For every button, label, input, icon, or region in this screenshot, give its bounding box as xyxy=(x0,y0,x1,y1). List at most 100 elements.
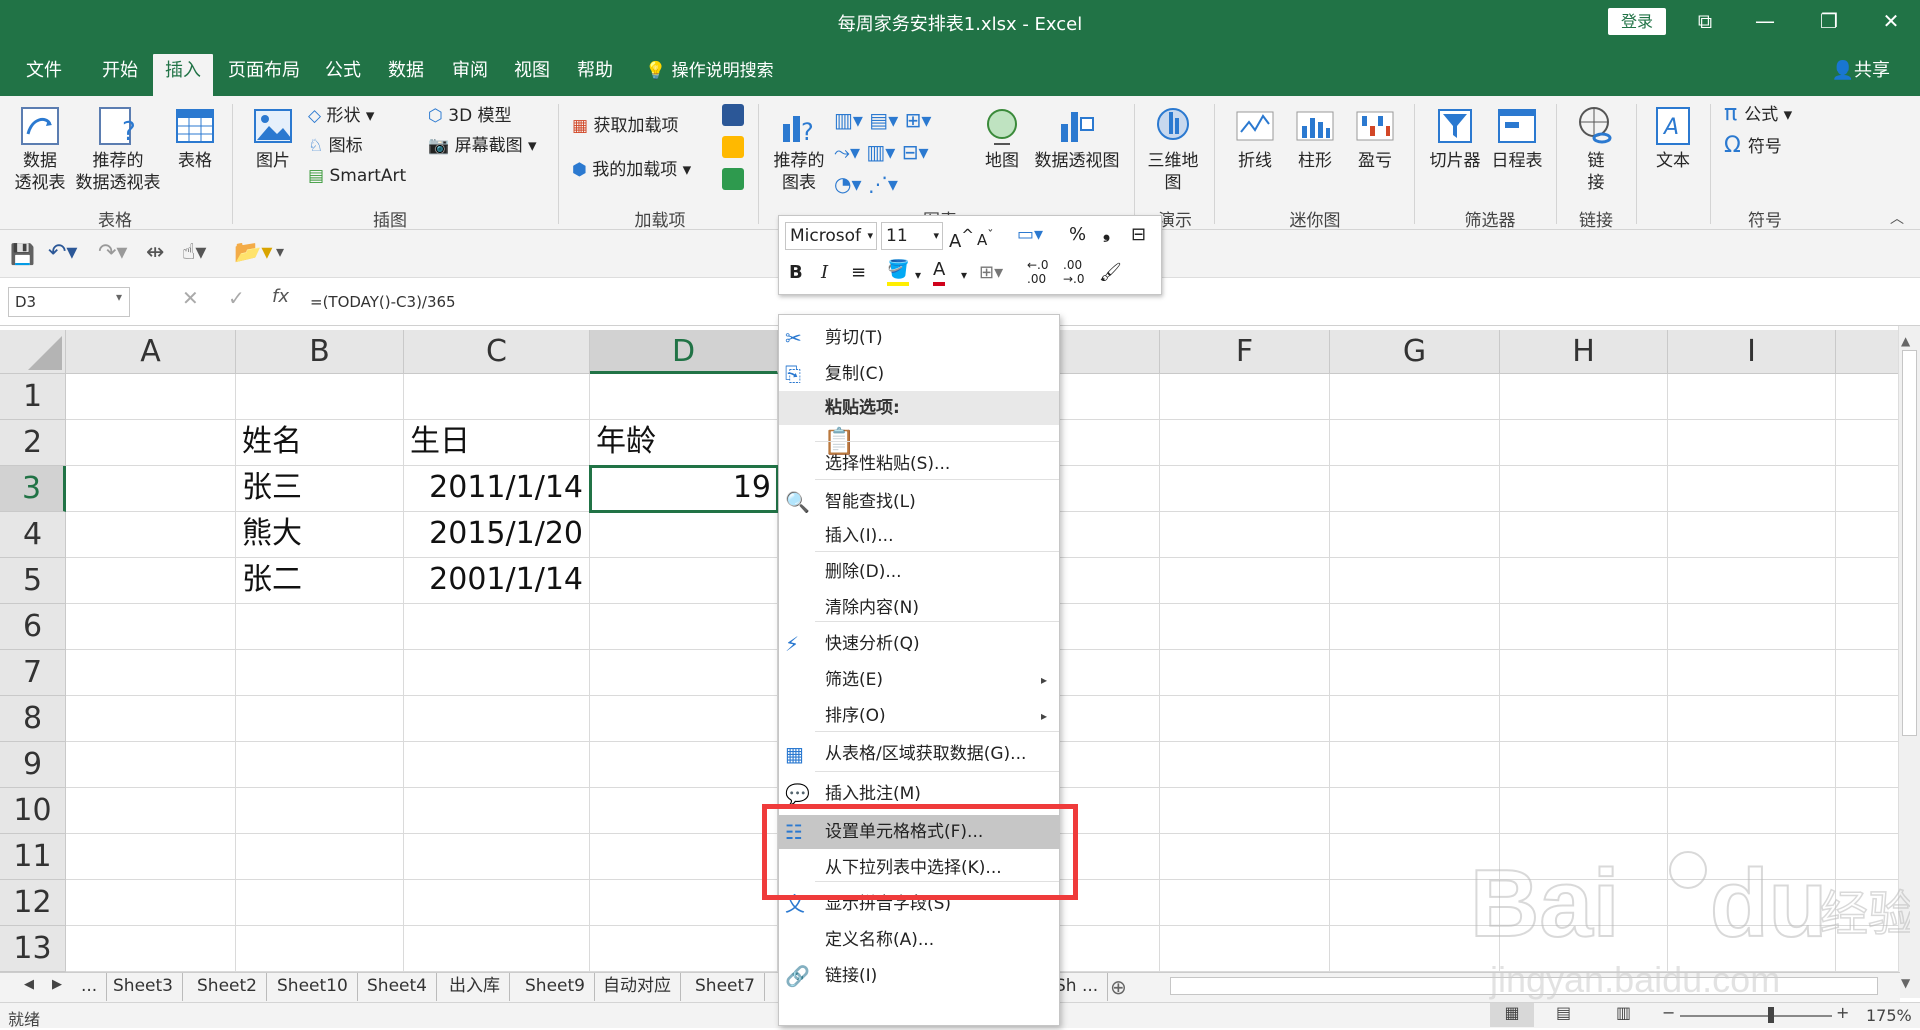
row-header-7[interactable]: 7 xyxy=(0,650,66,696)
cell-H7[interactable] xyxy=(1500,650,1668,696)
cell-J1[interactable] xyxy=(1836,374,1900,420)
sparkline-winloss-button[interactable]: 盈亏 xyxy=(1348,104,1402,172)
sheet-tab[interactable]: Sheet4 xyxy=(358,973,437,1001)
percent-icon[interactable]: % xyxy=(1069,220,1086,250)
redo-icon[interactable]: ↷▾ xyxy=(98,240,127,265)
cell-G5[interactable] xyxy=(1330,558,1500,604)
new-sheet-icon[interactable]: ⊕ xyxy=(1110,975,1127,999)
cell-I1[interactable] xyxy=(1668,374,1836,420)
cell-A10[interactable] xyxy=(66,788,236,834)
customize-qat-icon[interactable]: ▾ xyxy=(276,242,284,261)
cell-F5[interactable] xyxy=(1160,558,1330,604)
select-all-corner[interactable] xyxy=(0,330,66,374)
column-header-G[interactable]: G xyxy=(1330,330,1500,374)
cell-G8[interactable] xyxy=(1330,696,1500,742)
cell-H3[interactable] xyxy=(1500,466,1668,512)
scroll-up-icon[interactable]: ▲ xyxy=(1901,334,1910,348)
close-icon[interactable]: ✕ xyxy=(1868,6,1914,36)
tab-help[interactable]: 帮助 xyxy=(565,54,625,96)
cell-I5[interactable] xyxy=(1668,558,1836,604)
font-size-box[interactable]: 11 ▾ xyxy=(881,222,943,250)
cell-I8[interactable] xyxy=(1668,696,1836,742)
tab-formulas[interactable]: 公式 xyxy=(313,54,373,96)
cell-D11[interactable] xyxy=(590,834,778,880)
cell-G1[interactable] xyxy=(1330,374,1500,420)
cell-B6[interactable] xyxy=(236,604,404,650)
context-menu-item[interactable]: 排序(O) ▸ xyxy=(779,699,1059,733)
sheet-tab[interactable]: Sheet3 xyxy=(104,973,183,1001)
shrink-font-icon[interactable]: Aˇ xyxy=(977,220,994,255)
cell-A1[interactable] xyxy=(66,374,236,420)
cell-F12[interactable] xyxy=(1160,880,1330,926)
cell-D2[interactable]: 年龄 xyxy=(590,420,778,466)
sheet-tab[interactable]: 出入库 xyxy=(440,973,510,1001)
row-header-13[interactable]: 13 xyxy=(0,926,66,972)
cell-F3[interactable] xyxy=(1160,466,1330,512)
cell-C6[interactable] xyxy=(404,604,590,650)
column-header-J[interactable]: J xyxy=(1836,330,1900,374)
timeline-button[interactable]: 日程表 xyxy=(1488,104,1546,172)
cell-B11[interactable] xyxy=(236,834,404,880)
sheet-tab[interactable]: Sheet2 xyxy=(188,973,267,1001)
recommended-pivot-button[interactable]: ? 推荐的 数据透视表 xyxy=(72,104,164,194)
cell-J8[interactable] xyxy=(1836,696,1900,742)
name-box[interactable]: D3 xyxy=(8,287,130,317)
row-header-3[interactable]: 3 xyxy=(0,466,66,512)
symbol-button[interactable]: Ω 符号 xyxy=(1724,132,1782,161)
cell-C3[interactable]: 2011/1/14 xyxy=(404,466,590,512)
tell-me-search[interactable]: 💡 操作说明搜索 xyxy=(645,54,774,88)
cell-D10[interactable] xyxy=(590,788,778,834)
cell-B4[interactable]: 熊大 xyxy=(236,512,404,558)
icons-button[interactable]: ♘ 图标 xyxy=(308,132,363,160)
cell-H8[interactable] xyxy=(1500,696,1668,742)
cell-A11[interactable] xyxy=(66,834,236,880)
column-header-H[interactable]: H xyxy=(1500,330,1668,374)
cell-J9[interactable] xyxy=(1836,742,1900,788)
cell-A4[interactable] xyxy=(66,512,236,558)
cell-B2[interactable]: 姓名 xyxy=(236,420,404,466)
cell-A13[interactable] xyxy=(66,926,236,972)
people-graph-icon[interactable] xyxy=(722,168,744,190)
screenshot-button[interactable]: 📷 屏幕截图 ▾ xyxy=(428,132,537,160)
cell-C5[interactable]: 2001/1/14 xyxy=(404,558,590,604)
cell-C8[interactable] xyxy=(404,696,590,742)
cell-C7[interactable] xyxy=(404,650,590,696)
cell-H2[interactable] xyxy=(1500,420,1668,466)
context-menu-item[interactable]: 删除(D)... xyxy=(779,555,1059,589)
cell-G6[interactable] xyxy=(1330,604,1500,650)
maps-button[interactable]: 地图 xyxy=(980,104,1024,172)
font-color-dropdown-icon[interactable]: ▾ xyxy=(961,260,967,290)
fill-color-dropdown-icon[interactable]: ▾ xyxy=(915,260,921,290)
cell-I7[interactable] xyxy=(1668,650,1836,696)
row-header-11[interactable]: 11 xyxy=(0,834,66,880)
context-menu-item[interactable]: 筛选(E) ▸ xyxy=(779,663,1059,697)
cell-F7[interactable] xyxy=(1160,650,1330,696)
context-menu-item[interactable]: 🔗 链接(I) xyxy=(779,959,1059,993)
3d-map-button[interactable]: 三维地 图 xyxy=(1142,104,1204,194)
recommended-charts-button[interactable]: ? 推荐的 图表 xyxy=(768,104,830,194)
increase-decimal-icon[interactable]: ←.0.00 xyxy=(1027,258,1049,286)
chart-type-gallery[interactable]: ▥▾ ▤▾ ⊞▾ ⤳▾ ▥▾ ⊟▾ ◔▾ ⋰▾ xyxy=(834,104,984,204)
column-header-D[interactable]: D xyxy=(590,330,778,374)
context-menu-item[interactable]: 插入(I)... xyxy=(779,519,1059,553)
cell-B10[interactable] xyxy=(236,788,404,834)
cell-A3[interactable] xyxy=(66,466,236,512)
cell-B1[interactable] xyxy=(236,374,404,420)
open-folder-icon[interactable]: 📂▾ xyxy=(234,240,272,265)
cell-G7[interactable] xyxy=(1330,650,1500,696)
tab-page-layout[interactable]: 页面布局 xyxy=(216,54,312,96)
zoom-slider[interactable] xyxy=(1680,1015,1832,1017)
context-menu-item[interactable]: 清除内容(N) xyxy=(779,591,1059,625)
visio-icon[interactable] xyxy=(722,104,744,126)
cell-B5[interactable]: 张二 xyxy=(236,558,404,604)
cell-B9[interactable] xyxy=(236,742,404,788)
cell-C4[interactable]: 2015/1/20 xyxy=(404,512,590,558)
sheet-tab[interactable]: Sheet7 xyxy=(686,973,765,1001)
tab-data[interactable]: 数据 xyxy=(376,54,436,96)
cell-C2[interactable]: 生日 xyxy=(404,420,590,466)
format-painter-icon[interactable]: 🖌 xyxy=(1099,258,1122,288)
row-header-1[interactable]: 1 xyxy=(0,374,66,420)
text-button[interactable]: A 文本 xyxy=(1646,104,1700,172)
cell-F2[interactable] xyxy=(1160,420,1330,466)
column-width-icon[interactable]: ⇹ xyxy=(146,240,164,265)
